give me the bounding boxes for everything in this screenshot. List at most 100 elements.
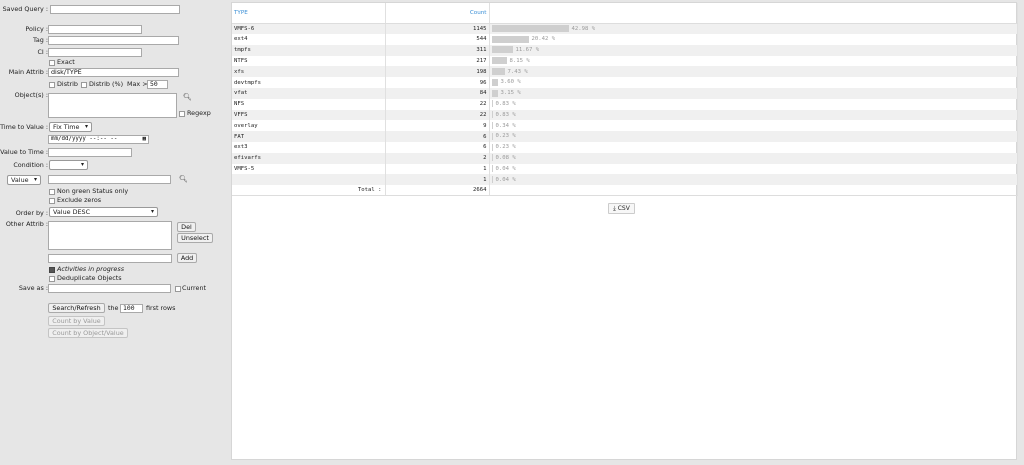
row-count[interactable]: 96 (385, 77, 490, 88)
row-count[interactable]: 2 (385, 152, 490, 164)
row-distribution: 7.43 % (489, 66, 1018, 78)
distrib-pct-checkbox[interactable] (81, 82, 87, 88)
row-distribution: 20.42 % (489, 34, 1018, 45)
row-count[interactable]: 1145 (385, 23, 490, 34)
row-type[interactable]: ext3 (232, 141, 386, 153)
row-count[interactable]: 6 (385, 131, 490, 142)
distribution-percent: 0.34 % (495, 122, 516, 129)
row-type[interactable]: ext4 (232, 34, 386, 45)
save-as-input[interactable] (48, 284, 171, 293)
max-input[interactable]: 50 (147, 80, 168, 89)
del-button[interactable]: Del (177, 222, 196, 232)
row-type[interactable]: NFS (232, 98, 386, 110)
count-by-object-value-button[interactable]: Count by Object/Value (48, 328, 128, 338)
main-attrib-input[interactable]: disk/TYPE (48, 68, 179, 77)
distribution-percent: 0.23 % (495, 133, 516, 140)
time-to-value-select[interactable]: Fix Time ▾ (49, 122, 92, 132)
row-type[interactable]: VMFS-5 (232, 163, 386, 175)
row-count[interactable]: 217 (385, 55, 490, 67)
row-type[interactable]: tmpfs (232, 44, 386, 56)
row-type[interactable]: devtmpfs (232, 77, 386, 88)
row-type[interactable]: xfs (232, 66, 386, 78)
distribution-percent: 7.43 % (507, 68, 528, 75)
distribution-percent: 20.42 % (531, 36, 556, 43)
value-select[interactable]: Value ▾ (7, 175, 41, 185)
count-by-value-button[interactable]: Count by Value (48, 316, 105, 326)
objects-search-icon[interactable]: 🔍︎ (183, 93, 192, 102)
distrib-checkbox[interactable] (49, 82, 55, 88)
row-type[interactable]: VFFS (232, 109, 386, 121)
chevron-down-icon: ▾ (150, 208, 154, 215)
dedup-label: Deduplicate Objects (57, 274, 122, 282)
saved-query-input[interactable] (50, 5, 180, 14)
tag-input[interactable] (48, 36, 179, 45)
value-search-icon[interactable]: 🔍︎ (179, 175, 188, 184)
table-row: ext4 544 20.42 % (232, 34, 1018, 45)
row-count[interactable]: 9 (385, 120, 490, 132)
row-count[interactable]: 1 (385, 163, 490, 175)
distribution-bar (491, 78, 498, 86)
row-count[interactable]: 22 (385, 109, 490, 121)
table-row: ext3 6 0.23 % (232, 141, 1018, 153)
rows-input[interactable]: 100 (120, 304, 143, 313)
chevron-down-icon: ▾ (84, 123, 88, 130)
other-attrib-list[interactable] (48, 221, 172, 250)
unselect-button[interactable]: Unselect (177, 233, 213, 243)
value-input[interactable] (48, 175, 171, 184)
row-count[interactable]: 311 (385, 44, 490, 56)
row-count[interactable]: 22 (385, 98, 490, 110)
distribution-percent: 0.23 % (495, 144, 516, 151)
row-count[interactable]: 1 (385, 174, 490, 186)
current-checkbox[interactable] (175, 286, 181, 292)
distribution-bar (491, 111, 493, 119)
distribution-bar (491, 57, 507, 65)
row-type[interactable]: NTFS (232, 55, 386, 67)
results-panel: TYPE Count VMFS-6 1145 42.98 % ext4 544 20.42… (231, 2, 1018, 460)
order-by-label: Order by : (15, 209, 48, 217)
search-refresh-button[interactable]: Search/Refresh (48, 303, 105, 313)
row-type[interactable]: vfat (232, 87, 386, 99)
policy-input[interactable] (48, 25, 142, 34)
objects-textarea[interactable] (48, 93, 177, 118)
row-count[interactable]: 544 (385, 34, 490, 45)
distribution-percent: 0.04 % (495, 176, 516, 183)
table-row: VMFS-6 1145 42.98 % (232, 23, 1018, 34)
row-type[interactable]: overlay (232, 120, 386, 132)
csv-button[interactable]: ⤓ CSV (608, 203, 635, 214)
activities-checkbox[interactable] (49, 267, 55, 273)
condition-select[interactable]: ▾ (49, 160, 88, 170)
column-header-count[interactable]: Count (385, 3, 490, 24)
total-label: Total : (232, 185, 386, 197)
distribution-bar (491, 122, 493, 130)
the-label: the (108, 304, 119, 312)
table-row: NTFS 217 8.15 % (232, 55, 1018, 67)
ci-input[interactable] (48, 48, 142, 57)
other-attrib-input[interactable] (48, 254, 172, 263)
row-count[interactable]: 84 (385, 87, 490, 99)
table-row: efivarfs 2 0.08 % (232, 152, 1018, 164)
chevron-down-icon: ▾ (80, 161, 84, 168)
distrib-pct-label: Distrib (%) (89, 80, 124, 88)
non-green-checkbox[interactable] (49, 189, 55, 195)
distribution-percent: 0.04 % (495, 165, 516, 172)
row-type[interactable]: efivarfs (232, 152, 386, 164)
row-type[interactable]: VMFS-6 (232, 23, 386, 34)
dedup-checkbox[interactable] (49, 276, 55, 282)
column-header-distribution (489, 3, 1018, 24)
row-count[interactable]: 198 (385, 66, 490, 78)
exclude-zeros-checkbox[interactable] (49, 198, 55, 204)
row-type[interactable]: FAT (232, 131, 386, 142)
row-distribution: 0.04 % (489, 163, 1018, 175)
regexp-checkbox[interactable] (179, 111, 185, 117)
calendar-icon[interactable]: ▦ (143, 136, 147, 143)
column-header-type[interactable]: TYPE (232, 3, 386, 24)
row-type[interactable] (232, 174, 386, 186)
order-by-select[interactable]: Value DESC ▾ (49, 207, 158, 217)
row-distribution: 3.15 % (489, 87, 1018, 99)
save-as-label: Save as : (18, 284, 48, 292)
datetime-input[interactable]: mm/dd/yyyy --:-- -- ▦ (48, 135, 149, 144)
add-button[interactable]: Add (177, 253, 197, 263)
exact-checkbox[interactable] (49, 60, 55, 66)
row-count[interactable]: 6 (385, 141, 490, 153)
value-to-time-input[interactable] (48, 148, 132, 157)
